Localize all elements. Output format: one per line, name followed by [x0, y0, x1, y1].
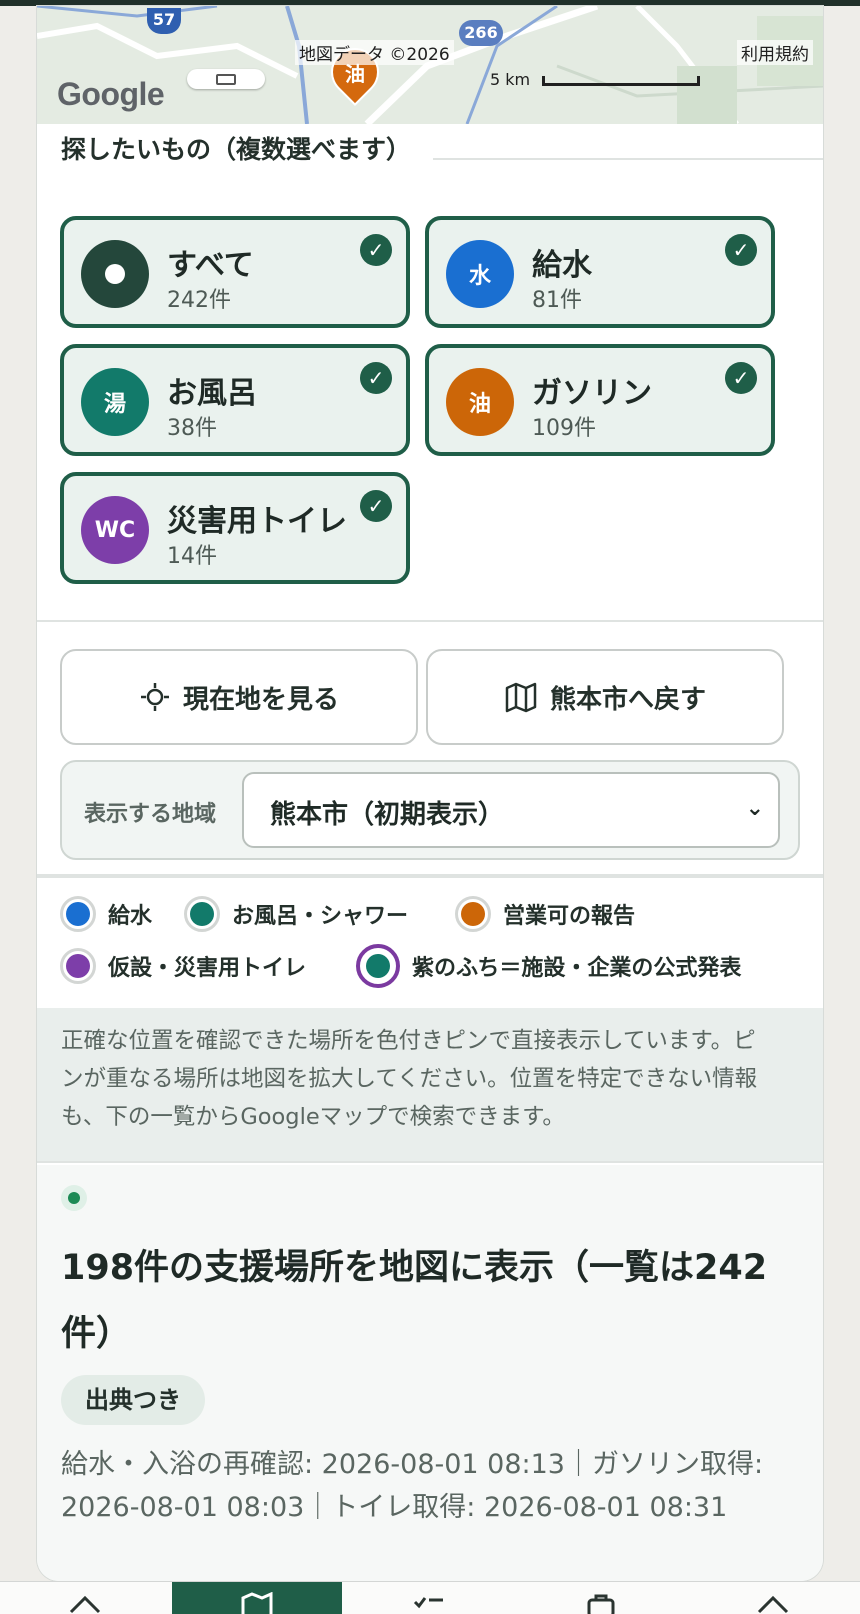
map-legend: 給水 お風呂・シャワー 営業可の報告 仮設・災害用トイレ 紫のふち＝施設・企業の… — [37, 888, 823, 1008]
keyboard-shortcuts-icon[interactable] — [187, 69, 265, 89]
legend-item-open-report: 営業可の報告 — [455, 896, 635, 932]
legend-dot — [60, 896, 96, 932]
legend-item-water: 給水 — [60, 896, 152, 932]
filter-section-header: 探したいもの（複数選べます） — [37, 124, 823, 164]
legend-dot — [184, 896, 220, 932]
filter-card-toilet[interactable]: WC 災害用トイレ 14件 ✓ — [60, 472, 410, 584]
legend-dot — [60, 948, 96, 984]
all-icon — [81, 240, 149, 308]
chevron-down-icon: ⌄ — [745, 796, 764, 821]
region-label: 表示する地域 — [84, 802, 217, 827]
filter-card-gasoline[interactable]: 油 ガソリン 109件 ✓ — [425, 344, 775, 456]
road-badge-57: 57 — [147, 8, 181, 34]
filter-card-name: お風呂 — [167, 376, 257, 411]
bath-icon: 湯 — [81, 368, 149, 436]
gasoline-icon: 油 — [446, 368, 514, 436]
legend-label: お風呂・シャワー — [232, 904, 409, 929]
legend-item-toilet: 仮設・災害用トイレ — [60, 948, 306, 984]
legend-label: 紫のふち＝施設・企業の公式発表 — [412, 956, 742, 981]
map-terms-link[interactable]: 利用規約 — [737, 40, 813, 65]
filter-card-name: 災害用トイレ — [167, 504, 347, 539]
checkmark-icon: ✓ — [725, 362, 757, 394]
up-icon — [757, 1595, 789, 1614]
live-status-icon — [61, 1185, 87, 1211]
checkmark-icon: ✓ — [360, 234, 392, 266]
filter-section-title: 探したいもの（複数選べます） — [37, 124, 434, 164]
nav-up[interactable] — [688, 1582, 858, 1614]
bottom-nav — [0, 1581, 860, 1614]
filter-card-name: ガソリン — [532, 376, 652, 411]
toilet-icon: WC — [81, 496, 149, 564]
legend-label: 仮設・災害用トイレ — [108, 956, 307, 981]
locate-me-button[interactable]: 現在地を見る — [60, 649, 418, 745]
main-card: 57 266 油 Google 地図データ ©2026 5 km 利用規約 探し… — [37, 6, 823, 1581]
legend-item-bath: お風呂・シャワー — [184, 896, 408, 932]
checkmark-icon: ✓ — [360, 362, 392, 394]
bag-icon — [587, 1594, 615, 1614]
filter-card-count: 38件 — [167, 416, 217, 441]
region-selected-value: 熊本市（初期表示） — [270, 800, 505, 830]
nav-home[interactable] — [0, 1582, 170, 1614]
reset-to-kumamoto-label: 熊本市へ戻す — [549, 684, 706, 715]
water-icon: 水 — [446, 240, 514, 308]
divider — [37, 620, 823, 622]
legend-dot — [455, 896, 491, 932]
map-icon — [241, 1592, 273, 1614]
map-scale-label: 5 km — [490, 70, 531, 89]
map-attribution: 地図データ ©2026 — [295, 40, 454, 65]
summary-panel: 198件の支援場所を地図に表示（一覧は242件） 出典つき 給水・入浴の再確認:… — [37, 1165, 823, 1581]
google-logo: Google — [57, 76, 165, 112]
nav-checklist[interactable] — [344, 1582, 514, 1614]
region-select[interactable]: 熊本市（初期表示） ⌄ — [242, 772, 780, 848]
filter-card-count: 242件 — [167, 288, 231, 313]
home-icon — [69, 1595, 101, 1614]
filter-card-bath[interactable]: 湯 お風呂 38件 ✓ — [60, 344, 410, 456]
map-scale-bar — [542, 76, 700, 86]
checkmark-icon: ✓ — [360, 490, 392, 522]
map-note-text: 正確な位置を確認できた場所を色付きピンで直接表示しています。ピンが重なる場所は地… — [61, 1028, 758, 1130]
road-badge-266: 266 — [459, 20, 503, 46]
map-view[interactable]: 57 266 油 Google 地図データ ©2026 5 km 利用規約 — [37, 6, 823, 124]
filter-card-all[interactable]: すべて 242件 ✓ — [60, 216, 410, 328]
filter-card-count: 109件 — [532, 416, 596, 441]
region-selector-panel: 表示する地域 熊本市（初期表示） ⌄ — [60, 760, 800, 860]
legend-item-official: 紫のふち＝施設・企業の公式発表 — [356, 944, 741, 988]
legend-label: 給水 — [108, 904, 153, 929]
nav-bag[interactable] — [516, 1582, 686, 1614]
map-note: 正確な位置を確認できた場所を色付きピンで直接表示しています。ピンが重なる場所は地… — [37, 1008, 823, 1163]
map-fold-icon — [505, 682, 537, 713]
filter-card-name: すべて — [167, 248, 254, 283]
reset-to-kumamoto-button[interactable]: 熊本市へ戻す — [426, 649, 784, 745]
filter-card-name: 給水 — [532, 248, 592, 283]
crosshair-icon — [140, 683, 169, 711]
divider — [37, 874, 823, 878]
locate-me-label: 現在地を見る — [182, 684, 339, 715]
filter-card-water[interactable]: 水 給水 81件 ✓ — [425, 216, 775, 328]
update-timestamps: 給水・入浴の再確認: 2026-08-01 08:13｜ガソリン取得: 2026… — [61, 1449, 764, 1523]
checklist-icon — [413, 1597, 443, 1609]
filter-card-count: 14件 — [167, 544, 217, 569]
nav-map[interactable] — [172, 1582, 342, 1614]
summary-heading: 198件の支援場所を地図に表示（一覧は242件） — [61, 1248, 768, 1354]
filter-card-count: 81件 — [532, 288, 582, 313]
checkmark-icon: ✓ — [725, 234, 757, 266]
legend-dot-official — [356, 944, 400, 988]
legend-label: 営業可の報告 — [503, 904, 636, 929]
source-badge: 出典つき — [61, 1375, 205, 1425]
